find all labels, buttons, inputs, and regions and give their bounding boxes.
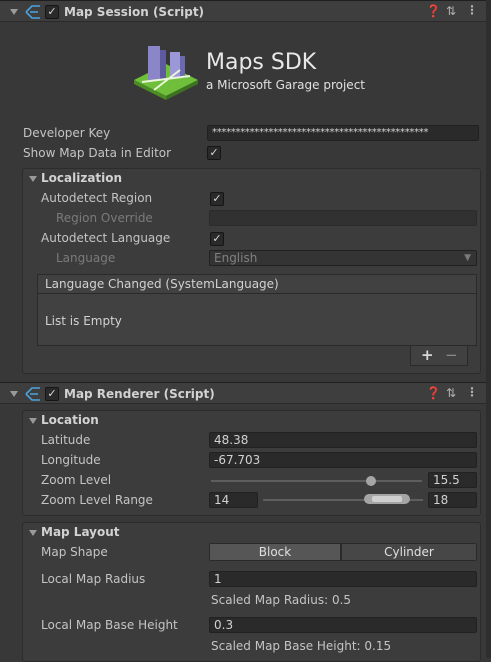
- add-button[interactable]: +: [421, 346, 434, 364]
- event-list-header: Language Changed (SystemLanguage): [37, 274, 477, 294]
- foldout-arrow-icon[interactable]: [29, 176, 37, 182]
- local-map-radius-field[interactable]: 1: [209, 571, 477, 587]
- maps-logo-icon: [134, 46, 198, 100]
- zoom-level-label: Zoom Level: [41, 473, 112, 487]
- foldout-arrow-icon[interactable]: [29, 530, 37, 536]
- shape-option-cylinder[interactable]: Cylinder: [341, 543, 477, 561]
- shape-option-block[interactable]: Block: [209, 543, 341, 561]
- zoom-range-min-field[interactable]: 14: [209, 492, 258, 508]
- help-icon[interactable]: ❓: [426, 4, 441, 18]
- longitude-field[interactable]: -67.703: [209, 452, 477, 468]
- language-label: Language: [56, 251, 116, 265]
- event-list-body: List is Empty: [37, 294, 477, 346]
- developer-key-field[interactable]: ****************************************…: [207, 125, 479, 141]
- localization-title[interactable]: Localization: [41, 171, 122, 185]
- script-icon: [25, 5, 40, 19]
- preset-icon[interactable]: ⇅: [446, 4, 456, 18]
- autodetect-region-label: Autodetect Region: [41, 191, 153, 205]
- script-icon: [25, 387, 40, 401]
- local-map-base-height-field[interactable]: 0.3: [209, 617, 477, 633]
- autodetect-language-checkbox[interactable]: ✓: [210, 232, 224, 246]
- local-map-base-height-label: Local Map Base Height: [41, 618, 178, 632]
- logo-subtitle: a Microsoft Garage project: [206, 78, 365, 92]
- event-list-title: Language Changed (SystemLanguage): [45, 277, 279, 291]
- component-title: Map Renderer (Script): [64, 387, 215, 401]
- scaled-map-radius-text: Scaled Map Radius: 0.5: [211, 593, 352, 607]
- zoom-range-handle[interactable]: [364, 494, 410, 504]
- autodetect-region-checkbox[interactable]: ✓: [210, 192, 224, 206]
- zoom-range-label: Zoom Level Range: [41, 493, 153, 507]
- region-override-field[interactable]: [209, 210, 477, 226]
- language-dropdown-value: English: [214, 251, 258, 265]
- foldout-arrow-icon[interactable]: [29, 418, 37, 424]
- zoom-range-max-field[interactable]: 18: [428, 492, 477, 508]
- menu-icon[interactable]: ⋮: [466, 3, 478, 17]
- logo-title: Maps SDK: [206, 50, 317, 75]
- latitude-label: Latitude: [41, 433, 91, 447]
- component-enabled-checkbox[interactable]: ✓: [45, 5, 59, 19]
- map-renderer-header[interactable]: ✓ Map Renderer (Script) ❓ ⇅ ⋮: [0, 382, 491, 404]
- latitude-field[interactable]: 48.38: [209, 432, 477, 448]
- scaled-map-base-height-text: Scaled Map Base Height: 0.15: [211, 639, 392, 653]
- developer-key-label: Developer Key: [23, 126, 111, 140]
- checkmark-icon: ✓: [212, 192, 222, 205]
- map-shape-label: Map Shape: [41, 545, 108, 559]
- zoom-slider-knob[interactable]: [366, 476, 376, 486]
- local-map-radius-label: Local Map Radius: [41, 572, 146, 586]
- show-map-data-checkbox[interactable]: ✓: [207, 146, 221, 160]
- preset-icon[interactable]: ⇅: [446, 386, 456, 400]
- menu-icon[interactable]: ⋮: [466, 385, 478, 399]
- event-list-footer: + −: [410, 346, 468, 366]
- location-title[interactable]: Location: [41, 413, 99, 427]
- remove-button[interactable]: −: [445, 346, 458, 364]
- checkmark-icon: ✓: [212, 232, 222, 245]
- foldout-arrow-icon[interactable]: [10, 9, 18, 15]
- maps-sdk-logo: Maps SDK a Microsoft Garage project: [130, 40, 370, 102]
- region-override-label: Region Override: [56, 211, 153, 225]
- map-session-header[interactable]: ✓ Map Session (Script) ❓ ⇅ ⋮: [0, 0, 491, 22]
- dropdown-arrow-icon: ▼: [464, 253, 471, 263]
- zoom-range-handle-inner: [372, 496, 402, 502]
- checkmark-icon: ✓: [209, 146, 219, 159]
- help-icon[interactable]: ❓: [426, 386, 441, 400]
- component-title: Map Session (Script): [64, 5, 205, 19]
- zoom-slider-track[interactable]: [211, 480, 422, 482]
- show-map-data-label: Show Map Data in Editor: [23, 146, 172, 160]
- language-dropdown[interactable]: English ▼: [209, 250, 477, 266]
- longitude-label: Longitude: [41, 453, 101, 467]
- event-list-empty: List is Empty: [45, 314, 122, 328]
- autodetect-language-label: Autodetect Language: [41, 231, 171, 245]
- component-enabled-checkbox[interactable]: ✓: [45, 387, 59, 401]
- map-layout-title[interactable]: Map Layout: [41, 525, 120, 539]
- zoom-level-field[interactable]: 15.5: [428, 472, 477, 488]
- inspector-scrollbar[interactable]: [486, 0, 491, 658]
- foldout-arrow-icon[interactable]: [10, 391, 18, 397]
